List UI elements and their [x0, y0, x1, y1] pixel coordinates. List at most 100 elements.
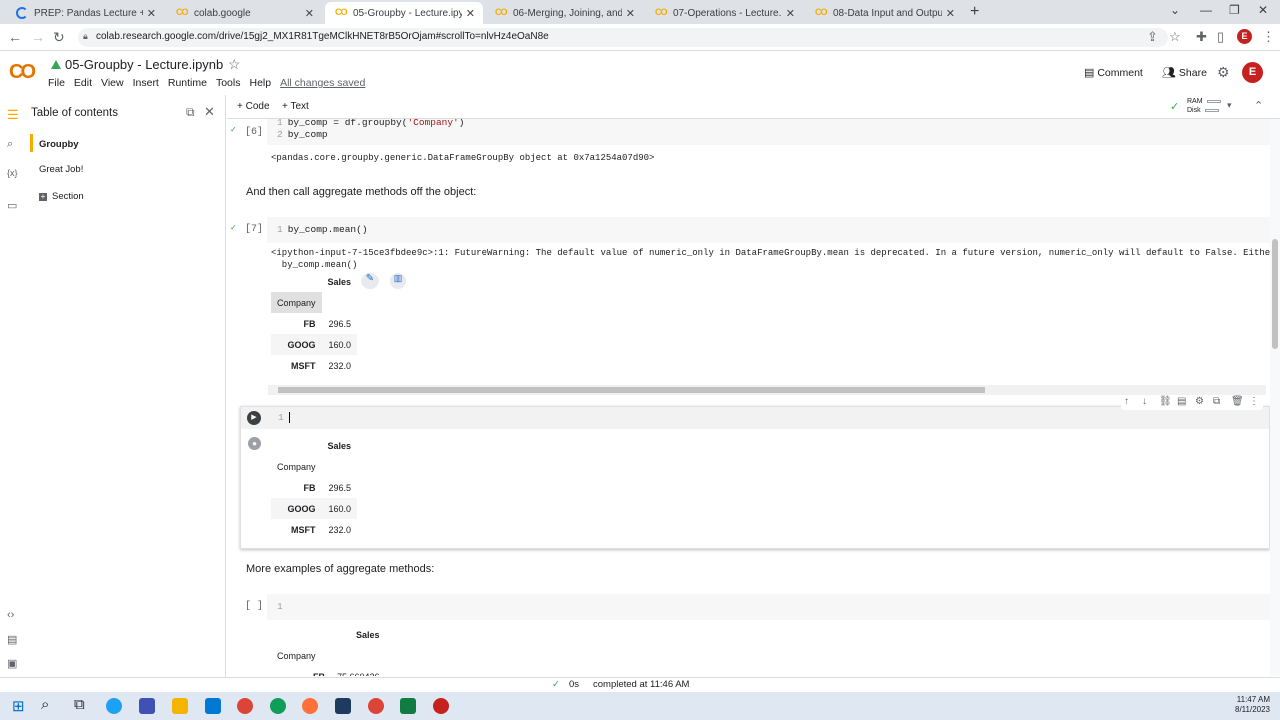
search-icon[interactable]: ⌕: [41, 696, 49, 713]
back-icon[interactable]: ←: [8, 29, 22, 45]
scrollbar-thumb[interactable]: [278, 387, 985, 393]
expand-icon[interactable]: +: [39, 193, 47, 201]
restore-icon[interactable]: ❐: [1229, 3, 1240, 17]
toc-item-groupby[interactable]: Groupby: [39, 139, 79, 150]
firefox-icon[interactable]: [302, 698, 318, 714]
windows-start-icon[interactable]: ⊞: [12, 697, 25, 715]
vertical-scrollbar[interactable]: [1270, 119, 1280, 676]
add-text-button[interactable]: + Text: [282, 101, 309, 112]
scrollbar-thumb[interactable]: [1272, 239, 1278, 349]
file-explorer-icon[interactable]: [172, 698, 188, 714]
star-icon[interactable]: ☆: [228, 56, 241, 73]
browser-tab[interactable]: CO 08-Data Input and Output - Lect ✕: [805, 2, 963, 24]
browser-tab-active[interactable]: CO 05-Groupby - Lecture.ipynb - Co ✕: [325, 2, 483, 24]
save-status-link[interactable]: All changes saved: [280, 77, 365, 89]
url-input[interactable]: 🔒︎ colab.research.google.com/drive/15gj2…: [78, 28, 1168, 47]
add-code-button[interactable]: + Code: [237, 101, 270, 112]
variables-icon[interactable]: {x}: [7, 168, 18, 178]
warning-text: by_comp.mean(): [271, 260, 358, 270]
menu-insert[interactable]: Insert: [133, 77, 159, 89]
command-palette-icon[interactable]: ▤: [7, 633, 17, 646]
comment-cell-icon[interactable]: ▤: [1177, 396, 1186, 407]
app-icon[interactable]: [270, 698, 286, 714]
column-header: Sales: [327, 276, 352, 287]
app-icon[interactable]: [335, 698, 351, 714]
toc-icon[interactable]: ☰: [7, 107, 19, 123]
ram-disk-indicator[interactable]: RAM Disk: [1187, 97, 1221, 115]
toc-item-great-job[interactable]: Great Job!: [39, 164, 83, 175]
menu-file[interactable]: File: [48, 77, 65, 89]
browser-tab[interactable]: CO 06-Merging, Joining, and Concat ✕: [485, 2, 643, 24]
menu-help[interactable]: Help: [249, 77, 271, 89]
files-folder-icon[interactable]: ▭: [7, 199, 17, 212]
runtime-dropdown-icon[interactable]: ▾: [1227, 100, 1232, 111]
close-icon[interactable]: ✕: [626, 7, 635, 20]
close-icon[interactable]: ✕: [305, 7, 314, 20]
code-cell-editor[interactable]: [241, 407, 1269, 429]
move-up-icon[interactable]: ↑: [1124, 396, 1129, 407]
code-cell-editor[interactable]: [267, 217, 1270, 243]
extensions-icon[interactable]: ✚: [1196, 29, 1207, 45]
open-in-tab-icon[interactable]: ⧉: [186, 105, 195, 120]
search-icon[interactable]: ⌕: [7, 138, 13, 151]
magic-wand-icon[interactable]: ✎: [361, 273, 379, 289]
menu-edit[interactable]: Edit: [74, 77, 92, 89]
chrome-profile-icon[interactable]: [368, 698, 384, 714]
notebook-title[interactable]: 05-Groupby - Lecture.ipynb: [51, 57, 223, 72]
app-icon[interactable]: [433, 698, 449, 714]
mail-icon[interactable]: [205, 698, 221, 714]
close-icon[interactable]: ✕: [786, 7, 795, 20]
browser-tab[interactable]: CO colab.google ✕: [166, 2, 322, 24]
collapse-chevron-icon[interactable]: ⌃: [1254, 99, 1263, 112]
code-cell-editor[interactable]: [267, 594, 1270, 620]
tab-search-icon[interactable]: ⌄: [1170, 3, 1180, 17]
share-button[interactable]: 👥︎ Share: [1162, 66, 1207, 79]
store-icon[interactable]: [139, 698, 155, 714]
profile-avatar[interactable]: E: [1237, 29, 1252, 44]
close-icon[interactable]: ✕: [946, 7, 955, 20]
delete-icon[interactable]: 🗑︎: [1231, 396, 1244, 407]
browser-tab[interactable]: CO 07-Operations - Lecture.ipynb - C ✕: [645, 2, 803, 24]
window-close-icon[interactable]: ✕: [1258, 3, 1268, 17]
tab-title: 07-Operations - Lecture.ipynb - C: [673, 7, 782, 19]
horizontal-scrollbar[interactable]: [268, 385, 1266, 395]
system-clock[interactable]: 11:47 AM 8/11/2023: [1235, 695, 1270, 715]
share-page-icon[interactable]: ⇪: [1147, 29, 1158, 45]
run-cell-button[interactable]: ▶: [247, 411, 261, 425]
colab-logo[interactable]: CO: [9, 61, 36, 84]
mirror-cell-icon[interactable]: ⧉: [1213, 396, 1220, 407]
excel-icon[interactable]: [400, 698, 416, 714]
chrome-icon[interactable]: [237, 698, 253, 714]
close-panel-icon[interactable]: ✕: [204, 104, 215, 120]
menu-view[interactable]: View: [101, 77, 124, 89]
toc-item-section[interactable]: + Section: [39, 191, 84, 202]
code-snippets-icon[interactable]: ‹›: [7, 609, 14, 621]
task-view-icon[interactable]: ⧉: [74, 696, 85, 713]
edge-icon[interactable]: [106, 698, 122, 714]
code-line[interactable]: 1: [278, 412, 290, 423]
browser-menu-icon[interactable]: ⋮: [1262, 29, 1275, 45]
more-icon[interactable]: ⋮: [1249, 396, 1259, 407]
menu-runtime[interactable]: Runtime: [168, 77, 207, 89]
close-icon[interactable]: ✕: [147, 7, 156, 20]
reload-icon[interactable]: ↻: [53, 29, 65, 46]
settings-gear-icon[interactable]: ⚙: [1217, 64, 1230, 81]
account-avatar[interactable]: E: [1242, 62, 1263, 83]
forward-icon[interactable]: →: [31, 29, 45, 45]
toc-active-indicator: [30, 134, 33, 152]
browser-tab[interactable]: PREP: Pandas Lecture + CSV ✕: [6, 2, 164, 24]
bookmark-star-icon[interactable]: ☆: [1169, 29, 1181, 45]
chart-suggest-icon[interactable]: ▥: [390, 273, 406, 289]
terminal-icon[interactable]: ▣: [7, 657, 17, 670]
status-text[interactable]: completed at 11:46 AM: [593, 679, 689, 690]
comment-button[interactable]: ▤ Comment: [1084, 66, 1143, 79]
active-code-cell[interactable]: 1 ● Sales Company FB 296.5 GOOG 160.0 MSFT…: [240, 406, 1270, 549]
move-down-icon[interactable]: ↓: [1142, 396, 1147, 407]
cell-settings-icon[interactable]: ⚙: [1195, 396, 1204, 407]
menu-tools[interactable]: Tools: [216, 77, 241, 89]
minimize-icon[interactable]: —: [1200, 3, 1212, 17]
close-icon[interactable]: ✕: [466, 7, 475, 20]
link-icon[interactable]: ⛓: [1159, 396, 1172, 407]
new-tab-icon[interactable]: +: [970, 3, 979, 21]
side-panel-icon[interactable]: ▯: [1217, 29, 1224, 45]
